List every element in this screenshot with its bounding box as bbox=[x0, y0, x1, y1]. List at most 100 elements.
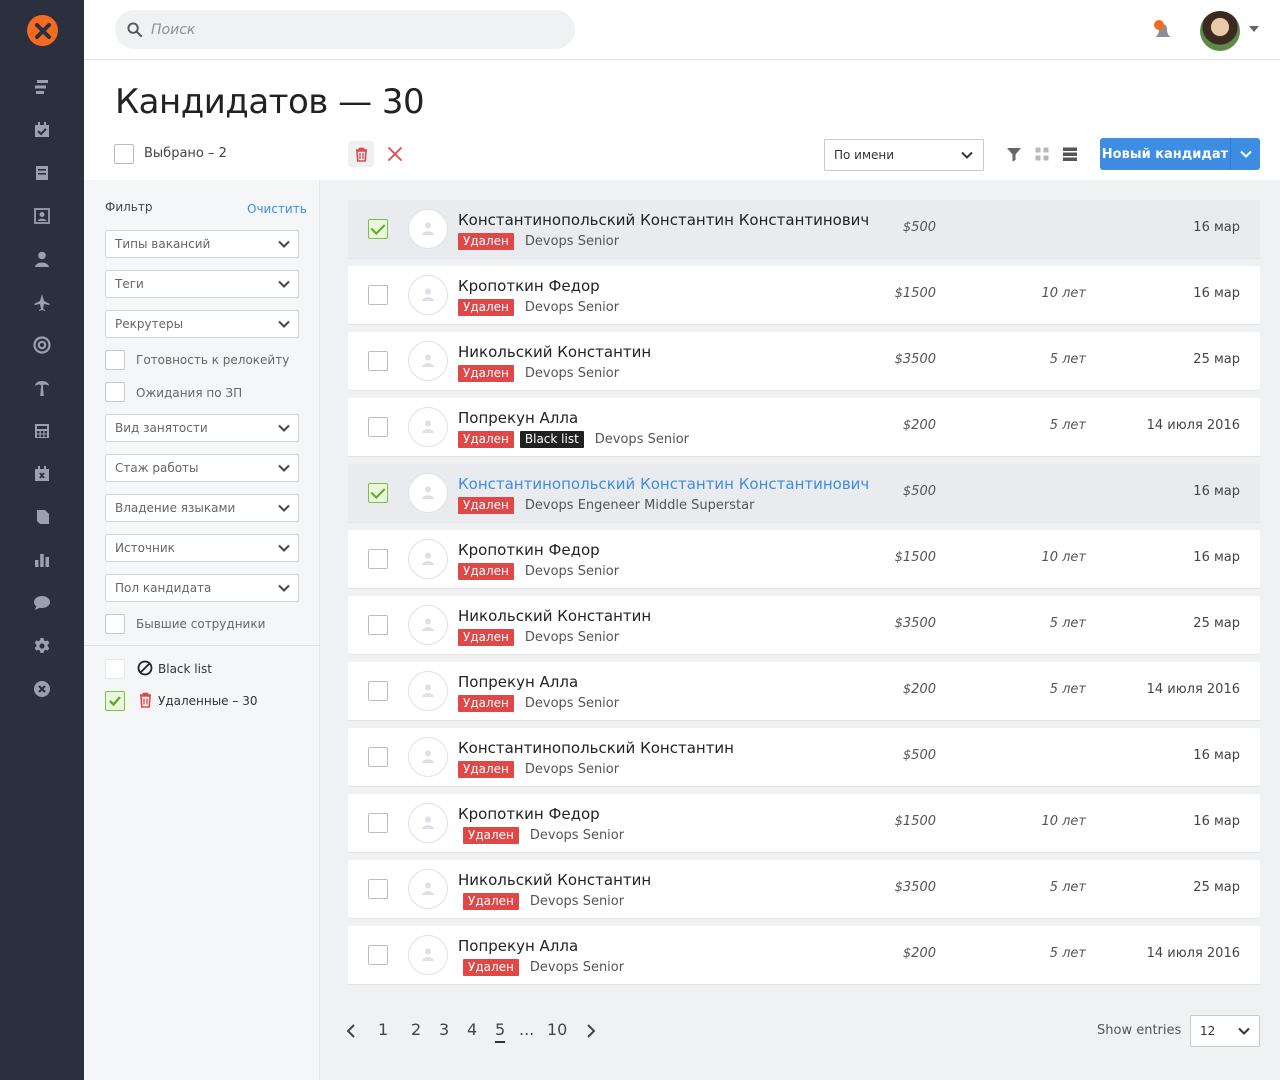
chevron-left-icon[interactable] bbox=[345, 1023, 357, 1039]
experience-dropdown[interactable]: Стаж работы bbox=[105, 454, 299, 482]
documents-icon[interactable] bbox=[31, 162, 53, 184]
candidate-photo-placeholder[interactable] bbox=[408, 869, 448, 909]
tasks-icon[interactable] bbox=[31, 119, 53, 141]
row-checkbox[interactable] bbox=[368, 615, 388, 635]
row-checkbox[interactable] bbox=[368, 219, 388, 239]
candidate-photo-placeholder[interactable] bbox=[408, 737, 448, 777]
candidate-row[interactable]: Никольский Константин Удален Devops Senior… bbox=[348, 860, 1260, 918]
candidate-row[interactable]: Кропоткин Федор Удален Devops Senior $1500 1… bbox=[348, 266, 1260, 324]
calculator-icon[interactable] bbox=[31, 420, 53, 442]
candidate-name[interactable]: Кропоткин Федор bbox=[458, 541, 600, 559]
candidate-name[interactable]: Никольский Константин bbox=[458, 607, 651, 625]
notifications-icon[interactable] bbox=[1150, 18, 1174, 42]
search-box[interactable] bbox=[115, 10, 575, 49]
page-link[interactable]: 4 bbox=[467, 1020, 477, 1039]
candidate-name[interactable]: Попрекун Алла bbox=[458, 409, 578, 427]
chevron-right-icon[interactable] bbox=[585, 1023, 597, 1039]
candidate-name[interactable]: Кропоткин Федор bbox=[458, 277, 600, 295]
user-avatar[interactable] bbox=[1200, 11, 1240, 51]
vacation-icon[interactable] bbox=[31, 377, 53, 399]
entries-select[interactable]: 12 bbox=[1190, 1015, 1260, 1047]
row-checkbox[interactable] bbox=[368, 945, 388, 965]
clear-selection-button[interactable] bbox=[384, 143, 406, 165]
grid-view-icon[interactable] bbox=[1033, 145, 1051, 163]
recruiters-dropdown[interactable]: Рекрутеры bbox=[105, 310, 299, 338]
app-logo[interactable] bbox=[27, 15, 58, 46]
candidate-row[interactable]: Кропоткин Федор Удален Devops Senior $1500 1… bbox=[348, 530, 1260, 588]
sort-select[interactable]: По имени bbox=[824, 139, 984, 171]
candidate-photo-placeholder[interactable] bbox=[408, 341, 448, 381]
candidate-name[interactable]: Попрекун Алла bbox=[458, 673, 578, 691]
flight-icon[interactable] bbox=[31, 291, 53, 313]
avatar-menu-caret-icon[interactable] bbox=[1249, 26, 1259, 32]
candidate-name[interactable]: Константинопольский Константин Константи… bbox=[458, 211, 869, 229]
row-checkbox[interactable] bbox=[368, 417, 388, 437]
row-checkbox[interactable] bbox=[368, 549, 388, 569]
candidate-row[interactable]: Попрекун Алла Удален Devops Senior $200 5 ле… bbox=[348, 662, 1260, 720]
candidate-photo-placeholder[interactable] bbox=[408, 275, 448, 315]
candidate-name[interactable]: Никольский Константин bbox=[458, 343, 651, 361]
delete-selected-button[interactable] bbox=[348, 141, 374, 167]
salary-expectations-checkbox[interactable] bbox=[105, 382, 125, 402]
employment-type-dropdown[interactable]: Вид занятости bbox=[105, 414, 299, 442]
row-checkbox[interactable] bbox=[368, 285, 388, 305]
source-dropdown[interactable]: Источник bbox=[105, 534, 299, 562]
candidate-row[interactable]: Константинопольский Константин Константи… bbox=[348, 200, 1260, 258]
page-link[interactable]: 1 bbox=[378, 1020, 388, 1039]
candidate-photo-placeholder[interactable] bbox=[408, 539, 448, 579]
target-icon[interactable] bbox=[31, 334, 53, 356]
row-checkbox[interactable] bbox=[368, 747, 388, 767]
tags-dropdown[interactable]: Теги bbox=[105, 270, 299, 298]
candidate-name[interactable]: Никольский Константин bbox=[458, 871, 651, 889]
candidate-photo-placeholder[interactable] bbox=[408, 473, 448, 513]
new-candidate-menu-button[interactable] bbox=[1230, 138, 1260, 170]
new-candidate-button[interactable]: Новый кандидат bbox=[1100, 138, 1230, 170]
profile-icon[interactable] bbox=[31, 205, 53, 227]
candidate-photo-placeholder[interactable] bbox=[408, 209, 448, 249]
candidate-row[interactable]: Кропоткин Федор Удален Devops Senior $1500 1… bbox=[348, 794, 1260, 852]
row-checkbox[interactable] bbox=[368, 813, 388, 833]
help-icon[interactable] bbox=[31, 678, 53, 700]
reports-icon[interactable] bbox=[31, 549, 53, 571]
gender-dropdown[interactable]: Пол кандидата bbox=[105, 574, 299, 602]
page-link[interactable]: 3 bbox=[439, 1020, 449, 1039]
settings-icon[interactable] bbox=[31, 635, 53, 657]
candidate-photo-placeholder[interactable] bbox=[408, 803, 448, 843]
row-checkbox[interactable] bbox=[368, 879, 388, 899]
chat-icon[interactable] bbox=[31, 592, 53, 614]
deleted-checkbox[interactable] bbox=[105, 691, 125, 711]
candidate-photo-placeholder[interactable] bbox=[408, 407, 448, 447]
list-view-icon[interactable] bbox=[1061, 145, 1079, 163]
row-checkbox[interactable] bbox=[368, 483, 388, 503]
candidate-row[interactable]: Никольский Константин Удален Devops Senior… bbox=[348, 332, 1260, 390]
candidate-photo-placeholder[interactable] bbox=[408, 605, 448, 645]
calendar-icon[interactable] bbox=[31, 463, 53, 485]
black-list-checkbox[interactable] bbox=[105, 659, 125, 679]
languages-dropdown[interactable]: Владение языками bbox=[105, 494, 299, 522]
select-all-checkbox[interactable] bbox=[114, 144, 134, 164]
row-checkbox[interactable] bbox=[368, 351, 388, 371]
vacancy-types-dropdown[interactable]: Типы вакансий bbox=[105, 230, 299, 258]
current-page[interactable]: 5 bbox=[495, 1020, 506, 1043]
candidate-photo-placeholder[interactable] bbox=[408, 935, 448, 975]
candidate-name[interactable]: Константинопольский Константин bbox=[458, 739, 734, 757]
candidate-row[interactable]: Константинопольский Константин Константи… bbox=[348, 464, 1260, 522]
page-link[interactable]: 2 bbox=[411, 1020, 421, 1039]
clear-filters-link[interactable]: Очистить bbox=[247, 202, 307, 216]
candidate-name[interactable]: Кропоткин Федор bbox=[458, 805, 600, 823]
candidate-row[interactable]: Константинопольский Константин Удален Devo… bbox=[348, 728, 1260, 786]
search-input[interactable] bbox=[151, 21, 531, 38]
candidate-row[interactable]: Попрекун Алла Удален Black list Devops Seni… bbox=[348, 398, 1260, 456]
former-employees-checkbox[interactable] bbox=[105, 614, 125, 634]
candidate-row[interactable]: Никольский Константин Удален Devops Senior… bbox=[348, 596, 1260, 654]
filter-icon[interactable] bbox=[1005, 145, 1023, 163]
candidate-row[interactable]: Попрекун Алла Удален Devops Senior $200 5 ле… bbox=[348, 926, 1260, 984]
candidate-photo-placeholder[interactable] bbox=[408, 671, 448, 711]
notes-icon[interactable] bbox=[31, 506, 53, 528]
candidate-name[interactable]: Попрекун Алла bbox=[458, 937, 578, 955]
page-link[interactable]: 10 bbox=[547, 1020, 567, 1039]
relocation-checkbox[interactable] bbox=[105, 350, 125, 370]
user-icon[interactable] bbox=[31, 248, 53, 270]
candidate-name[interactable]: Константинопольский Константин Константи… bbox=[458, 475, 869, 493]
feed-icon[interactable] bbox=[31, 76, 53, 98]
